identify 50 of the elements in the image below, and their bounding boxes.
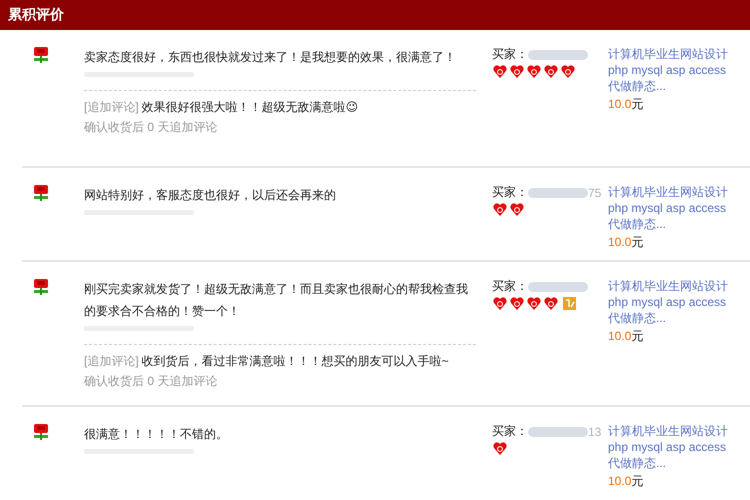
buyer-name: 75 [588,186,602,200]
price: 10.0 [608,235,632,249]
heart-icon [509,201,525,217]
product-link[interactable]: 计算机毕业生网站设计php mysql asp access代做静态... [608,278,732,326]
blurred-name [528,186,588,200]
currency: 元 [631,474,644,488]
heart-icon [492,63,508,79]
flower-icon [32,184,50,202]
price: 10.0 [608,97,632,111]
buyer-label: 买家： [492,46,528,63]
currency: 元 [631,329,644,343]
heart-icon [526,63,542,79]
followup-note: 确认收货后 0 天追加评论 [84,373,218,390]
product-link[interactable]: 计算机毕业生网站设计php mysql asp access代做静态... [608,184,732,232]
heart-icon [543,295,559,311]
blurred-name [528,280,588,294]
followup-label: [追加评论] [84,100,139,114]
flower-icon [32,278,50,296]
blurred-name [528,424,588,438]
followup-text: 收到货后，看过非常满意啦！！！想买的朋友可以入手啦~ [142,354,449,368]
review-text: 卖家态度很好，东西也很快就发过来了！是我想要的效果，很满意了！ [84,49,457,66]
blurred-name [528,48,588,62]
currency: 元 [631,235,644,249]
price: 10.0 [608,329,632,343]
section-title: 累积评价 [8,6,64,24]
heart-icon [526,295,542,311]
buyer-name: 13 [588,424,602,438]
heart-icon [509,295,525,311]
price: 10.0 [608,474,632,488]
buyer-label: 买家： [492,423,528,440]
buyer-label: 买家： [492,278,528,295]
review-text: 很满意！！！！！不错的。 [84,426,229,443]
product-link[interactable]: 计算机毕业生网站设计php mysql asp access代做静态... [608,46,732,94]
heart-icon [560,63,576,79]
level-badge-icon [563,296,576,310]
product-link[interactable]: 计算机毕业生网站设计php mysql asp access代做静态... [608,423,732,471]
currency: 元 [631,97,644,111]
heart-icon [492,440,508,456]
review-text: 网站特别好，客服态度也很好，以后还会再来的 [84,187,337,204]
followup-label: [追加评论] [84,354,139,368]
followup-note: 确认收货后 0 天追加评论 [84,119,218,136]
followup-text: 效果很好很强大啦！！超级无敌满意啦😉 [142,100,358,114]
heart-icon [543,63,559,79]
heart-icon [492,295,508,311]
buyer-label: 买家： [492,184,528,201]
flower-icon [32,423,50,441]
review-text: 刚买完卖家就发货了！超级无敌满意了！而且卖家也很耐心的帮我检查我的要求合不合格的！赞一个！ [84,281,469,320]
heart-icon [492,201,508,217]
heart-icon [509,63,525,79]
flower-icon [32,46,50,64]
